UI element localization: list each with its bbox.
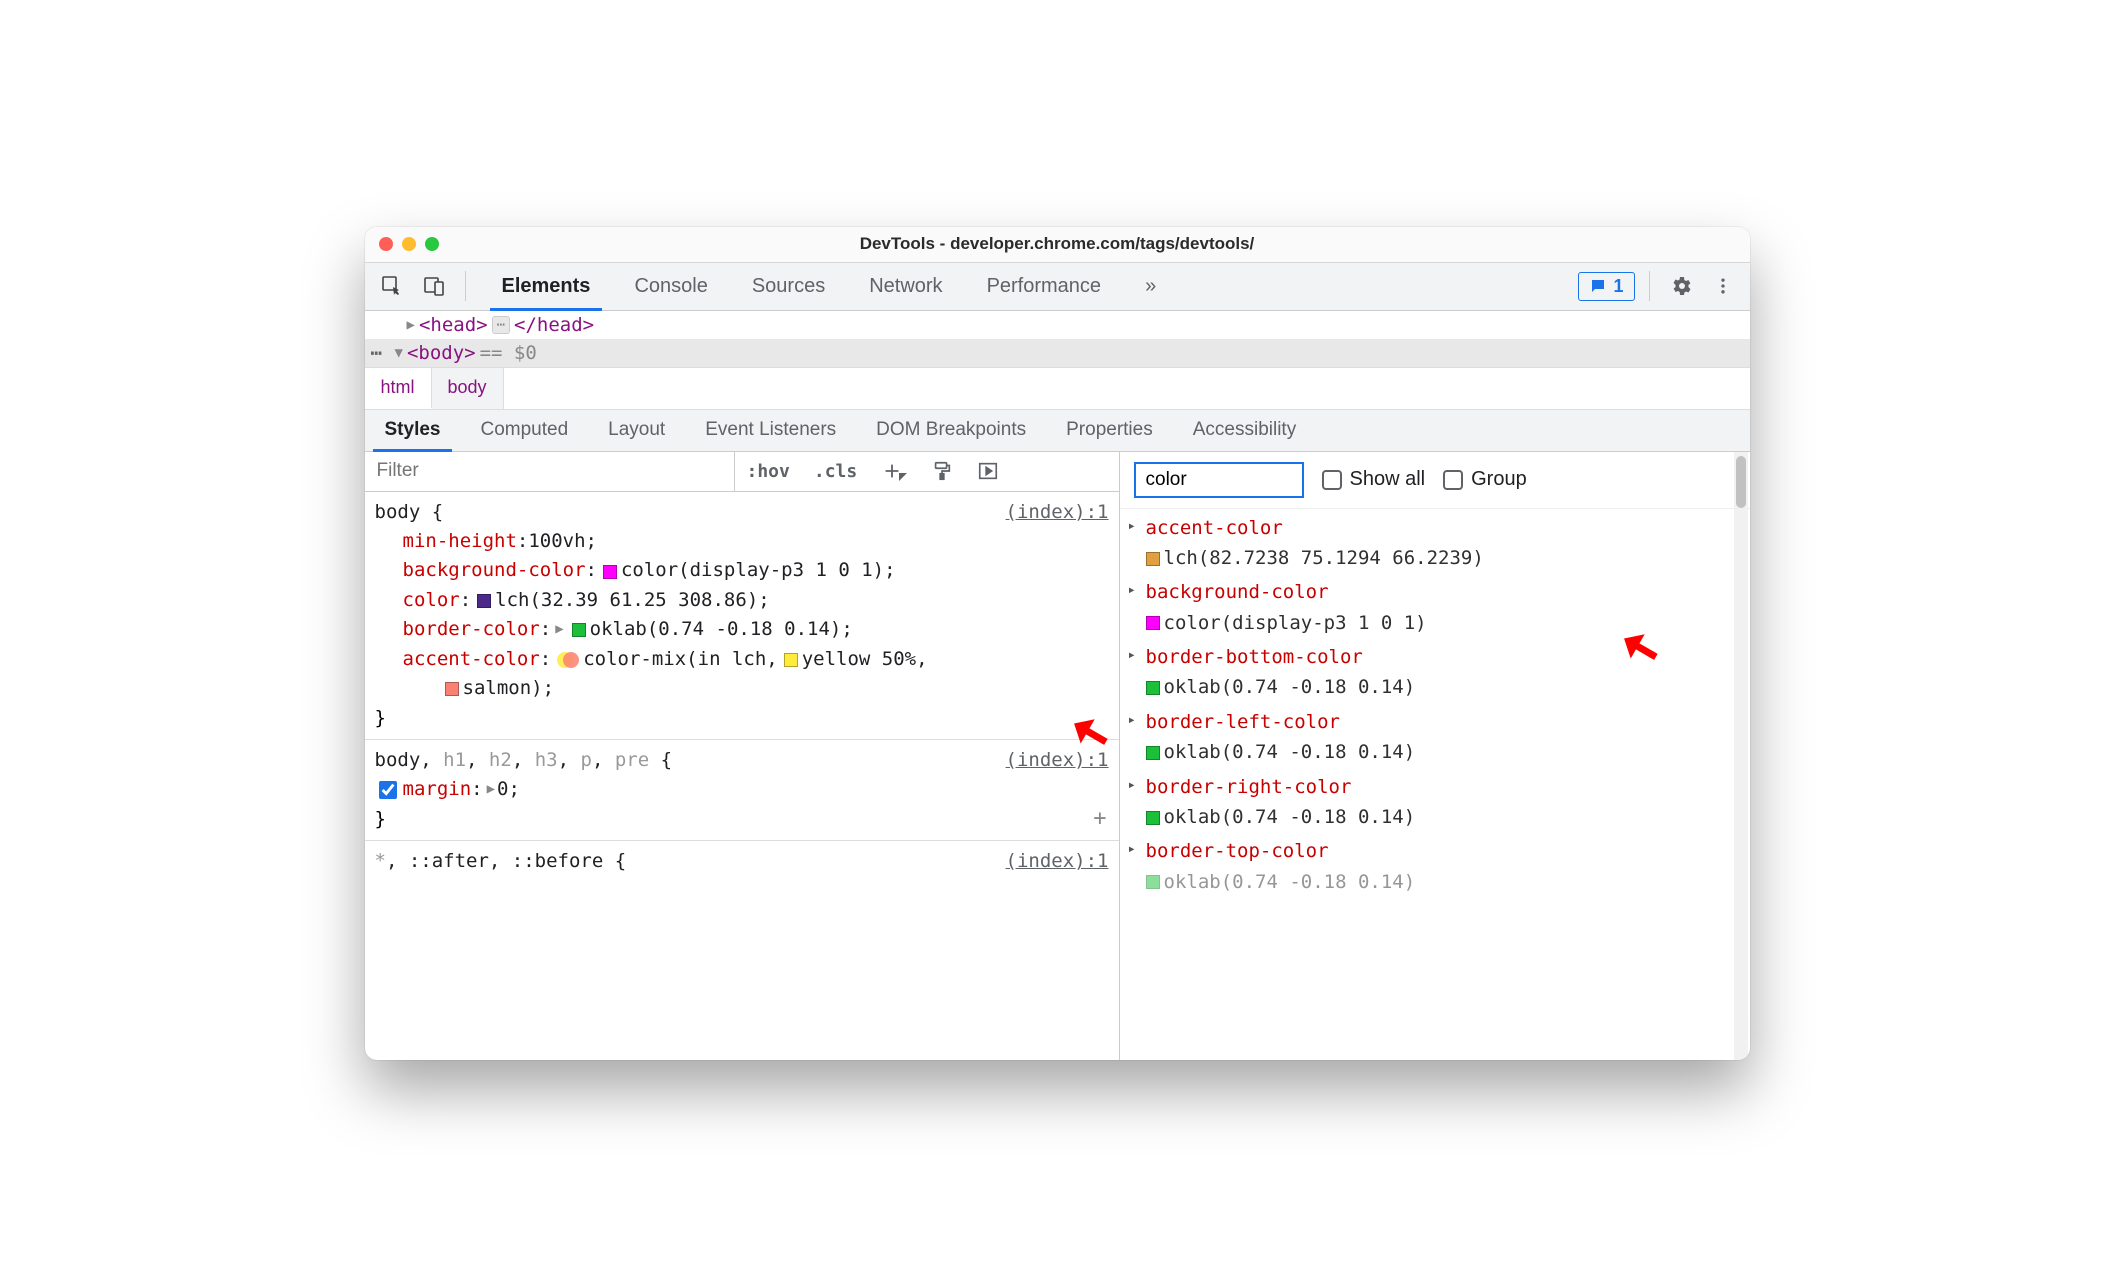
divider xyxy=(465,271,466,301)
subtab-dom-breakpoints[interactable]: DOM Breakpoints xyxy=(856,410,1046,451)
scrollbar[interactable] xyxy=(1734,452,1748,1060)
device-toggle-icon[interactable] xyxy=(417,269,451,303)
zoom-window-icon[interactable] xyxy=(425,237,439,251)
styles-filter-input[interactable] xyxy=(365,452,735,491)
dom-tree: ▶ <head> ⋯ </head> ▼ <body> == $0 xyxy=(365,311,1750,368)
window-title: DevTools - developer.chrome.com/tags/dev… xyxy=(860,234,1255,254)
source-link[interactable]: (index):1 xyxy=(1006,498,1109,527)
tab-overflow[interactable]: » xyxy=(1123,263,1178,310)
css-declaration[interactable]: accent-color:color-mix(in lch, yellow 50… xyxy=(375,645,1109,674)
styles-pane: :hov .cls body { (index):1 min-height: 1… xyxy=(365,452,1120,1060)
css-rule[interactable]: *, ::after, ::before { (index):1 xyxy=(365,841,1119,882)
computed-row[interactable]: border-top-coloroklab(0.74 -0.18 0.14) xyxy=(1120,836,1750,901)
divider xyxy=(1649,271,1650,301)
subtab-event-listeners[interactable]: Event Listeners xyxy=(685,410,856,451)
new-rule-icon[interactable] xyxy=(869,452,919,491)
subtab-accessibility[interactable]: Accessibility xyxy=(1173,410,1316,451)
hov-toggle[interactable]: :hov xyxy=(735,452,802,491)
computed-filter-input[interactable] xyxy=(1134,462,1304,498)
css-declaration-cont: salmon); xyxy=(375,674,1109,703)
breadcrumb-html[interactable]: html xyxy=(365,368,432,409)
cls-toggle[interactable]: .cls xyxy=(802,452,869,491)
tab-sources[interactable]: Sources xyxy=(730,263,847,310)
subtab-styles[interactable]: Styles xyxy=(365,410,461,451)
color-swatch-icon[interactable] xyxy=(784,653,798,667)
css-declaration[interactable]: min-height: 100vh; xyxy=(375,527,1109,556)
styles-filter-bar: :hov .cls xyxy=(365,452,1119,492)
color-swatch-icon[interactable] xyxy=(1146,875,1160,889)
computed-list: accent-colorlch(82.7238 75.1294 66.2239)… xyxy=(1120,509,1750,1060)
color-swatch-icon[interactable] xyxy=(1146,552,1160,566)
issues-badge[interactable]: 1 xyxy=(1578,272,1634,301)
selector: *, ::after, ::before { xyxy=(375,847,627,876)
expand-icon[interactable]: ▶ xyxy=(555,619,563,641)
main-toolbar: Elements Console Sources Network Perform… xyxy=(365,263,1750,311)
source-link[interactable]: (index):1 xyxy=(1006,847,1109,876)
rule-close: } xyxy=(375,805,1109,834)
computed-row[interactable]: border-left-coloroklab(0.74 -0.18 0.14) xyxy=(1120,707,1750,772)
show-all-checkbox[interactable]: Show all xyxy=(1322,468,1426,491)
paint-icon[interactable] xyxy=(919,452,965,491)
issues-count: 1 xyxy=(1613,276,1623,297)
checkbox-icon xyxy=(1443,470,1463,490)
titlebar: DevTools - developer.chrome.com/tags/dev… xyxy=(365,227,1750,263)
settings-icon[interactable] xyxy=(1664,269,1698,303)
close-window-icon[interactable] xyxy=(379,237,393,251)
css-rules: body { (index):1 min-height: 100vh; back… xyxy=(365,492,1119,1060)
subtab-layout[interactable]: Layout xyxy=(588,410,685,451)
collapsed-icon[interactable]: ⋯ xyxy=(492,316,510,334)
group-checkbox[interactable]: Group xyxy=(1443,468,1527,491)
tab-performance[interactable]: Performance xyxy=(965,263,1124,310)
color-swatch-icon[interactable] xyxy=(1146,811,1160,825)
expand-icon[interactable]: ▶ xyxy=(407,317,415,333)
breadcrumb-body[interactable]: body xyxy=(432,368,504,409)
content-panes: :hov .cls body { (index):1 min-height: 1… xyxy=(365,452,1750,1060)
panel-tabs: Elements Console Sources Network Perform… xyxy=(480,263,1179,310)
css-declaration[interactable]: color:lch(32.39 61.25 308.86); xyxy=(375,586,1109,615)
checkbox-icon xyxy=(1322,470,1342,490)
tab-console[interactable]: Console xyxy=(612,263,729,310)
css-rule[interactable]: body { (index):1 min-height: 100vh; back… xyxy=(365,492,1119,741)
window-controls xyxy=(379,237,439,251)
selector: body, h1, h2, h3, p, pre { xyxy=(375,746,673,775)
color-swatch-icon[interactable] xyxy=(1146,746,1160,760)
breadcrumb: html body xyxy=(365,368,1750,410)
selector: body { xyxy=(375,498,444,527)
inspect-element-icon[interactable] xyxy=(375,269,409,303)
computed-pane: Show all Group accent-colorlch(82.7238 7… xyxy=(1120,452,1750,1060)
more-menu-icon[interactable] xyxy=(1706,269,1740,303)
color-swatch-icon[interactable] xyxy=(1146,616,1160,630)
computed-row[interactable]: accent-colorlch(82.7238 75.1294 66.2239) xyxy=(1120,513,1750,578)
computed-row[interactable]: border-right-coloroklab(0.74 -0.18 0.14) xyxy=(1120,772,1750,837)
color-swatch-icon[interactable] xyxy=(572,623,586,637)
declaration-toggle-checkbox[interactable] xyxy=(379,781,397,799)
tab-elements[interactable]: Elements xyxy=(480,263,613,310)
add-declaration-icon[interactable]: + xyxy=(1093,802,1106,836)
expand-icon[interactable]: ▶ xyxy=(487,779,495,801)
sidepanel-tabs: Styles Computed Layout Event Listeners D… xyxy=(365,410,1750,452)
minimize-window-icon[interactable] xyxy=(402,237,416,251)
css-declaration[interactable]: border-color:▶oklab(0.74 -0.18 0.14); xyxy=(375,615,1109,644)
devtools-window: DevTools - developer.chrome.com/tags/dev… xyxy=(365,227,1750,1060)
tab-network[interactable]: Network xyxy=(847,263,964,310)
computed-header: Show all Group xyxy=(1120,452,1750,509)
css-rule[interactable]: body, h1, h2, h3, p, pre { (index):1 mar… xyxy=(365,740,1119,841)
subtab-computed[interactable]: Computed xyxy=(460,410,588,451)
css-declaration[interactable]: background-color:color(display-p3 1 0 1)… xyxy=(375,556,1109,585)
color-swatch-icon[interactable] xyxy=(477,594,491,608)
dom-head-node[interactable]: ▶ <head> ⋯ </head> xyxy=(365,311,1750,339)
issues-icon xyxy=(1589,277,1607,295)
rule-close: } xyxy=(375,704,1109,733)
css-declaration[interactable]: margin:▶0; xyxy=(375,775,1109,804)
dom-body-node[interactable]: ▼ <body> == $0 xyxy=(365,339,1750,367)
color-swatch-icon[interactable] xyxy=(445,682,459,696)
collapse-icon[interactable]: ▼ xyxy=(395,345,403,361)
computed-toggle-icon[interactable] xyxy=(965,452,1011,491)
color-swatch-icon[interactable] xyxy=(1146,681,1160,695)
subtab-properties[interactable]: Properties xyxy=(1046,410,1173,451)
color-mix-swatch-icon[interactable] xyxy=(557,652,579,668)
scrollbar-thumb[interactable] xyxy=(1736,456,1746,508)
color-swatch-icon[interactable] xyxy=(603,565,617,579)
